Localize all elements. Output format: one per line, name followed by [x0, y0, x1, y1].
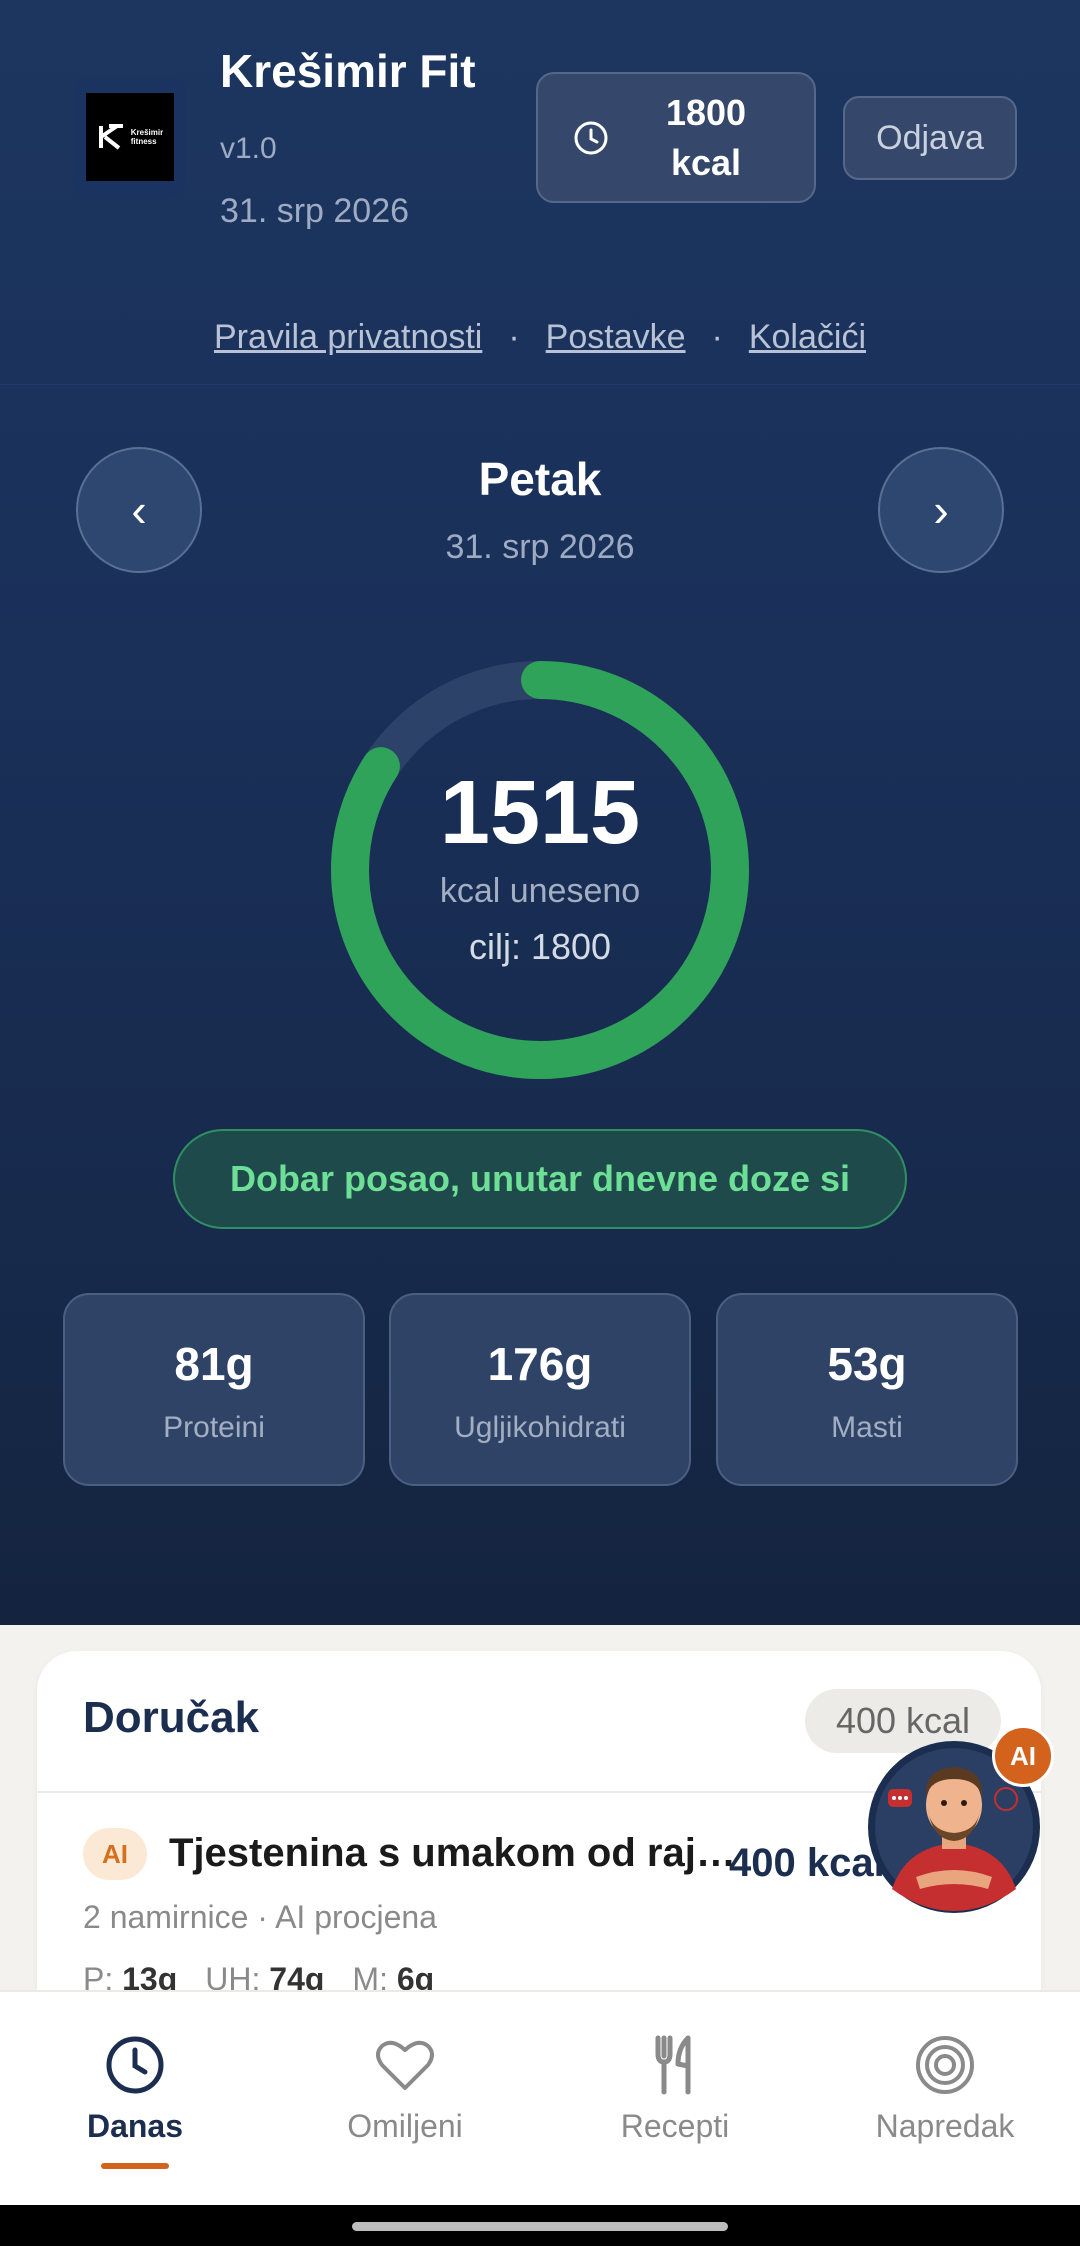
- cookies-link[interactable]: Kolačići: [749, 318, 866, 356]
- calorie-progress-ring: [331, 661, 749, 1079]
- system-navigation-bar: [0, 2205, 1080, 2246]
- macro-value: 81g: [174, 1338, 254, 1390]
- logo-text-line1: Krešimir: [130, 128, 164, 137]
- footer-links: Pravila privatnosti · Postavke · Kolačići: [0, 318, 1080, 357]
- app-title: Krešimir Fit: [220, 45, 476, 97]
- kcal-target-button[interactable]: 1800 kcal: [536, 72, 816, 203]
- home-indicator[interactable]: [352, 2222, 728, 2231]
- nav-label: Omiljeni: [347, 2108, 463, 2144]
- bottom-navigation: Danas Omiljeni Recepti Napredak: [0, 1990, 1080, 2205]
- food-item-kcal: 400 kcal: [729, 1841, 885, 1885]
- cutlery-icon: [655, 2035, 691, 2095]
- calorie-goal: cilj: 1800: [468, 926, 612, 967]
- active-tab-indicator: [101, 2163, 169, 2169]
- calories-consumed-label: kcal uneseno: [439, 872, 641, 910]
- kcal-target-value: 1800: [665, 91, 747, 133]
- macro-card-carbs: 176g Ugljikohidrati: [389, 1293, 691, 1486]
- nav-label: Recepti: [620, 2108, 730, 2144]
- heart-icon: [376, 2040, 434, 2090]
- nav-item-today[interactable]: Danas: [0, 1992, 270, 2207]
- link-separator: ·: [711, 318, 723, 356]
- logo-text-line2: fitness: [130, 137, 157, 146]
- nav-label: Danas: [86, 2108, 184, 2144]
- app-version: v1.0: [220, 132, 277, 165]
- app-logo: Krešimir fitness: [74, 78, 186, 196]
- nav-label: Napredak: [875, 2108, 1015, 2144]
- calories-consumed: 1515: [439, 763, 641, 863]
- nav-item-recipes[interactable]: Recepti: [540, 1992, 810, 2207]
- food-item-subtitle: 2 namirnice · AI procjena: [83, 1899, 437, 1935]
- dashboard-header-area: Krešimir fitness Krešimir Fit v1.0 31. s…: [0, 0, 1080, 1625]
- divider: [0, 384, 1080, 385]
- header-date: 31. srp 2026: [220, 192, 410, 230]
- privacy-link[interactable]: Pravila privatnosti: [214, 318, 482, 356]
- macro-label: Proteini: [163, 1411, 265, 1444]
- meal-title: Doručak: [83, 1693, 260, 1742]
- next-day-button[interactable]: ›: [878, 447, 1004, 573]
- macro-value: 176g: [487, 1338, 593, 1390]
- target-icon: [916, 2036, 974, 2094]
- status-badge: Dobar posao, unutar dnevne doze si: [173, 1129, 907, 1229]
- ai-assistant-badge: AI: [992, 1725, 1054, 1787]
- settings-link[interactable]: Postavke: [546, 318, 686, 356]
- logo-mark-icon: [98, 124, 123, 150]
- macro-value: 53g: [827, 1338, 907, 1390]
- food-item-name[interactable]: Tjestenina s umakom od raj…: [169, 1831, 749, 1876]
- macro-label: Ugljikohidrati: [454, 1411, 626, 1444]
- clock-icon: [106, 2036, 164, 2094]
- macro-card-fat: 53g Masti: [716, 1293, 1018, 1486]
- macro-card-protein: 81g Proteini: [63, 1293, 365, 1486]
- nav-item-favorites[interactable]: Omiljeni: [270, 1992, 540, 2207]
- ai-badge: AI: [83, 1828, 147, 1880]
- link-separator: ·: [508, 318, 520, 356]
- macro-label: Masti: [831, 1411, 903, 1444]
- logout-button[interactable]: Odjava: [843, 96, 1017, 180]
- nav-item-progress[interactable]: Napredak: [810, 1992, 1080, 2207]
- kcal-target-unit: kcal: [670, 141, 742, 183]
- clock-icon: [574, 121, 608, 154]
